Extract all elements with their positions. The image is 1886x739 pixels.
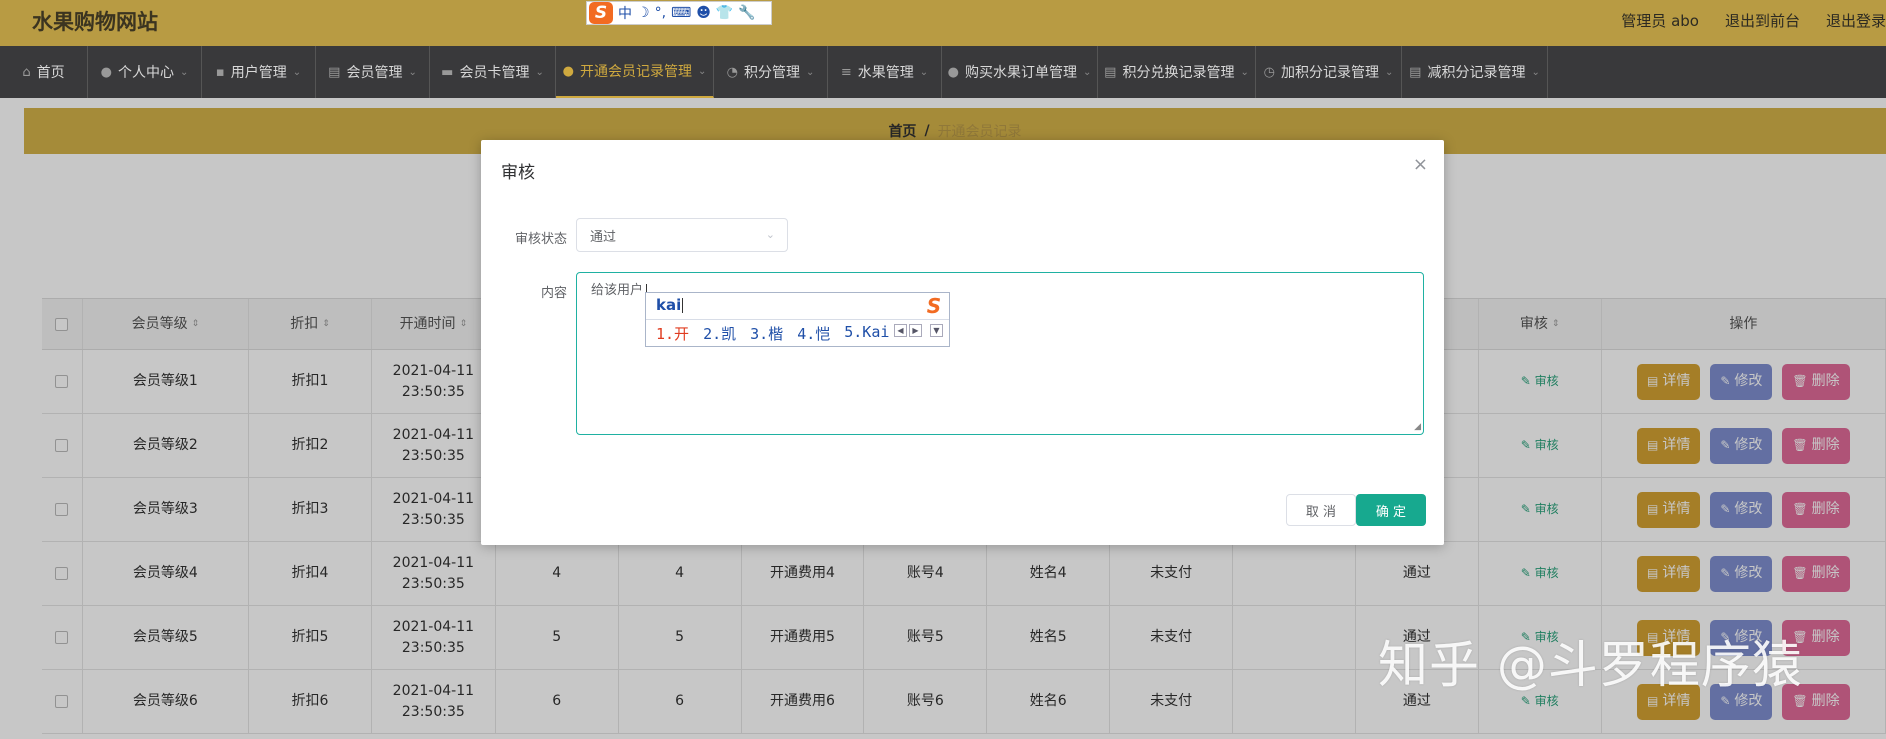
watermark: 知乎 @斗罗程序猿 [1378,636,1803,694]
list-icon: ≡ [840,64,852,80]
nav-item-1[interactable]: ● 个人中心 ⌄ [88,46,202,98]
sogou-logo-icon: S [926,294,942,318]
nav-item-label: 会员卡管理 [459,65,530,81]
doc-icon: ▤ [1104,64,1117,80]
ime-candidate[interactable]: 4.恺 [797,323,830,344]
nav-item-2[interactable]: ▪ 用户管理 ⌄ [202,46,316,98]
chevron-down-icon: ⌄ [1082,66,1092,78]
sogou-logo-icon[interactable]: S [589,2,613,24]
moon-icon[interactable]: ☽ [637,5,650,21]
pin-icon: ● [562,63,574,79]
nav-item-4[interactable]: ▬ 会员卡管理 ⌄ [430,46,556,98]
clock-icon: ◷ [1263,64,1275,80]
chevron-down-icon: ⌄ [408,66,417,78]
ime-composition-text: kai [656,296,682,314]
monitor-icon: ▬ [441,64,454,80]
nav-item-0[interactable]: ⌂ 首页 [0,46,88,98]
header-actions: 管理员 abo 退出到前台 退出登录 [1621,10,1886,31]
home-icon: ⌂ [22,64,31,80]
chevron-down-icon: ⌄ [1240,66,1249,78]
status-select-value: 通过 [590,229,617,245]
content-label: 内容 [540,286,567,301]
skin-icon[interactable]: 👕 [716,5,733,21]
ime-candidate[interactable]: 1.开 [656,323,689,344]
ime-pager: ◀ ▶ ▼ [894,324,943,337]
keyboard-icon[interactable]: ⌨ [671,5,691,21]
ime-candidate[interactable]: 3.楷 [750,323,783,344]
status-label: 审核状态 [514,232,567,247]
audit-dialog: 审核 × 审核状态 通过 ⌄ 内容 给该用户 ◢ 取 消 确 定 [481,140,1444,545]
ime-mode[interactable]: 中 [618,3,632,23]
nav-item-label: 积分兑换记录管理 [1122,65,1235,81]
nav-item-label: 减积分记录管理 [1427,65,1526,81]
nav-item-9[interactable]: ▤ 积分兑换记录管理 ⌄ [1098,46,1256,98]
ime-expand-icon[interactable]: ▼ [930,324,943,337]
nav-item-label: 积分管理 [743,65,800,81]
ime-caret [682,298,684,313]
nav-item-10[interactable]: ◷ 加积分记录管理 ⌄ [1256,46,1402,98]
to-front-link[interactable]: 退出到前台 [1725,10,1800,31]
user-icon: ● [947,64,959,80]
nav-item-3[interactable]: ▤ 会员管理 ⌄ [316,46,430,98]
ime-candidate-list: 1.开 2.凯 3.楷 4.恺 5.Kai [656,323,889,344]
ime-prev-icon[interactable]: ◀ [894,324,907,337]
nav-item-6[interactable]: ◔ 积分管理 ⌄ [714,46,828,98]
cancel-button[interactable]: 取 消 [1286,494,1356,526]
nav-item-label: 首页 [36,65,65,81]
punctuation-icon[interactable]: °, [655,5,666,21]
ime-next-icon[interactable]: ▶ [909,324,922,337]
site-title: 水果购物网站 [32,10,158,34]
chevron-down-icon: ⌄ [765,228,775,241]
nav-item-5[interactable]: ● 开通会员记录管理 ⌄ [556,46,714,98]
bell-icon: ◔ [726,64,738,80]
ime-composition: kai [656,296,684,314]
logout-link[interactable]: 退出登录 [1826,10,1886,31]
nav-item-label: 加积分记录管理 [1280,65,1379,81]
dialog-title: 审核 [501,163,535,183]
chevron-down-icon: ⌄ [292,66,302,78]
confirm-button[interactable]: 确 定 [1356,494,1426,526]
nav-item-label: 购买水果订单管理 [964,65,1077,81]
doc-icon: ▤ [1409,64,1422,80]
chevron-down-icon: ⌄ [805,66,815,78]
suitcase-icon: ▪ [215,64,225,80]
chevron-down-icon: ⌄ [919,66,929,78]
nav-item-11[interactable]: ▤ 减积分记录管理 ⌄ [1402,46,1548,98]
chevron-down-icon: ⌄ [535,66,544,78]
content-textarea-value: 给该用户 [591,283,644,298]
nav-item-label: 水果管理 [857,65,914,81]
ime-divider [646,319,949,320]
nav-item-label: 会员管理 [346,65,403,81]
nav-item-label: 用户管理 [230,65,287,81]
admin-user: 管理员 abo [1621,12,1699,30]
wrench-icon[interactable]: 🔧 [738,5,755,21]
ime-candidate[interactable]: 2.凯 [703,323,736,344]
nav-item-7[interactable]: ≡ 水果管理 ⌄ [828,46,942,98]
doc-icon: ▤ [328,64,341,80]
ime-candidate-popup: kai S 1.开 2.凯 3.楷 4.恺 5.Kai ◀ ▶ ▼ [645,292,950,347]
avatar-icon[interactable]: ☻ [696,5,711,21]
status-select[interactable]: 通过 ⌄ [576,218,788,252]
chevron-down-icon: ⌄ [697,65,707,77]
close-icon[interactable]: × [1413,154,1428,175]
ime-toolbar[interactable]: S 中 ☽ °, ⌨ ☻ 👕 🔧 [586,1,772,25]
chevron-down-icon: ⌄ [179,66,189,78]
chevron-down-icon: ⌄ [1531,66,1540,78]
nav-item-label: 个人中心 [117,65,174,81]
nav-item-8[interactable]: ● 购买水果订单管理 ⌄ [942,46,1098,98]
resize-handle-icon[interactable]: ◢ [1414,422,1421,432]
main-nav: ⌂ 首页 ● 个人中心 ⌄ ▪ 用户管理 ⌄ ▤ 会员管理 ⌄ ▬ 会员卡管理 ⌄ ● 开通会员记录管理 ⌄ ◔ 积… [0,46,1886,98]
user-icon: ● [100,64,112,80]
top-header: 水果购物网站 管理员 abo 退出到前台 退出登录 [0,0,1886,46]
nav-item-label: 开通会员记录管理 [579,64,692,80]
ime-candidate[interactable]: 5.Kai [844,323,889,344]
chevron-down-icon: ⌄ [1384,66,1394,78]
